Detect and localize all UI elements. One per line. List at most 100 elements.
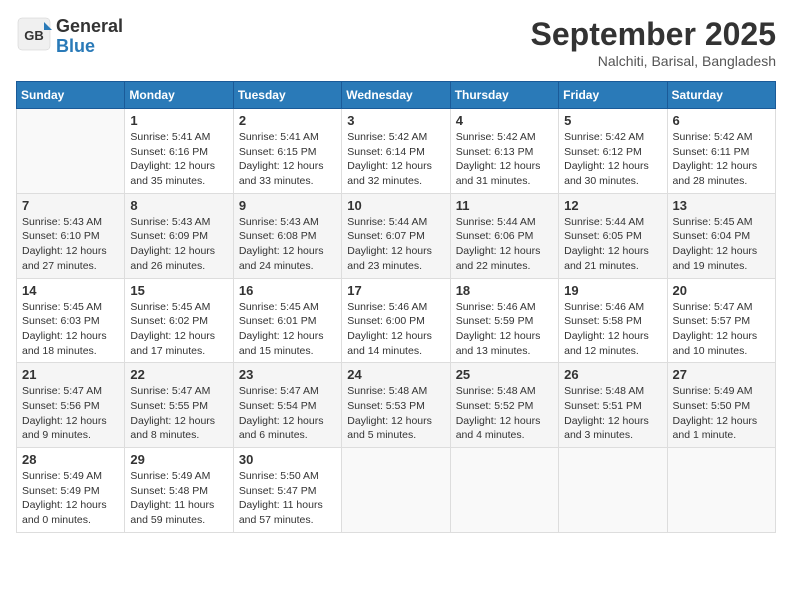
day-number: 19 bbox=[564, 283, 661, 298]
day-number: 2 bbox=[239, 113, 336, 128]
calendar-cell: 26 Sunrise: 5:48 AM Sunset: 5:51 PM Dayli… bbox=[559, 363, 667, 448]
weekday-header: Saturday bbox=[667, 82, 775, 109]
day-info: Sunrise: 5:49 AM Sunset: 5:50 PM Dayligh… bbox=[673, 384, 770, 443]
day-info: Sunrise: 5:49 AM Sunset: 5:48 PM Dayligh… bbox=[130, 469, 227, 528]
calendar-cell: 13 Sunrise: 5:45 AM Sunset: 6:04 PM Dayli… bbox=[667, 193, 775, 278]
calendar-week-row: 21 Sunrise: 5:47 AM Sunset: 5:56 PM Dayli… bbox=[17, 363, 776, 448]
day-info: Sunrise: 5:46 AM Sunset: 5:58 PM Dayligh… bbox=[564, 300, 661, 359]
day-info: Sunrise: 5:45 AM Sunset: 6:04 PM Dayligh… bbox=[673, 215, 770, 274]
calendar-week-row: 7 Sunrise: 5:43 AM Sunset: 6:10 PM Daylig… bbox=[17, 193, 776, 278]
weekday-header: Tuesday bbox=[233, 82, 341, 109]
calendar-cell: 21 Sunrise: 5:47 AM Sunset: 5:56 PM Dayli… bbox=[17, 363, 125, 448]
day-info: Sunrise: 5:48 AM Sunset: 5:53 PM Dayligh… bbox=[347, 384, 444, 443]
day-number: 15 bbox=[130, 283, 227, 298]
day-number: 17 bbox=[347, 283, 444, 298]
day-number: 13 bbox=[673, 198, 770, 213]
day-number: 16 bbox=[239, 283, 336, 298]
calendar-cell: 3 Sunrise: 5:42 AM Sunset: 6:14 PM Daylig… bbox=[342, 109, 450, 194]
calendar-cell: 2 Sunrise: 5:41 AM Sunset: 6:15 PM Daylig… bbox=[233, 109, 341, 194]
calendar-cell: 5Sunrise: 5:42 AM Sunset: 6:12 PM Daylig… bbox=[559, 109, 667, 194]
calendar-cell: 14 Sunrise: 5:45 AM Sunset: 6:03 PM Dayli… bbox=[17, 278, 125, 363]
weekday-header: Thursday bbox=[450, 82, 558, 109]
day-info: Sunrise: 5:43 AM Sunset: 6:09 PM Dayligh… bbox=[130, 215, 227, 274]
calendar-cell: 23 Sunrise: 5:47 AM Sunset: 5:54 PM Dayli… bbox=[233, 363, 341, 448]
logo-graphic: GB bbox=[16, 16, 52, 57]
calendar-cell: 6 Sunrise: 5:42 AM Sunset: 6:11 PM Daylig… bbox=[667, 109, 775, 194]
day-info: Sunrise: 5:47 AM Sunset: 5:54 PM Dayligh… bbox=[239, 384, 336, 443]
logo-text: General Blue bbox=[56, 17, 123, 57]
calendar-cell: 25Sunrise: 5:48 AM Sunset: 5:52 PM Dayli… bbox=[450, 363, 558, 448]
day-number: 29 bbox=[130, 452, 227, 467]
logo: GB General Blue bbox=[16, 16, 123, 57]
page-header: GB General Blue September 2025 Nalchiti,… bbox=[16, 16, 776, 69]
title-section: September 2025 Nalchiti, Barisal, Bangla… bbox=[531, 16, 776, 69]
calendar-week-row: 28Sunrise: 5:49 AM Sunset: 5:49 PM Dayli… bbox=[17, 448, 776, 533]
day-info: Sunrise: 5:44 AM Sunset: 6:07 PM Dayligh… bbox=[347, 215, 444, 274]
calendar-cell: 27 Sunrise: 5:49 AM Sunset: 5:50 PM Dayli… bbox=[667, 363, 775, 448]
day-number: 4 bbox=[456, 113, 553, 128]
calendar-cell: 18 Sunrise: 5:46 AM Sunset: 5:59 PM Dayli… bbox=[450, 278, 558, 363]
calendar-cell: 10 Sunrise: 5:44 AM Sunset: 6:07 PM Dayli… bbox=[342, 193, 450, 278]
day-info: Sunrise: 5:46 AM Sunset: 5:59 PM Dayligh… bbox=[456, 300, 553, 359]
day-info: Sunrise: 5:41 AM Sunset: 6:15 PM Dayligh… bbox=[239, 130, 336, 189]
day-number: 7 bbox=[22, 198, 119, 213]
calendar-cell: 28Sunrise: 5:49 AM Sunset: 5:49 PM Dayli… bbox=[17, 448, 125, 533]
calendar-cell: 24 Sunrise: 5:48 AM Sunset: 5:53 PM Dayli… bbox=[342, 363, 450, 448]
day-number: 12 bbox=[564, 198, 661, 213]
day-number: 23 bbox=[239, 367, 336, 382]
day-info: Sunrise: 5:43 AM Sunset: 6:08 PM Dayligh… bbox=[239, 215, 336, 274]
calendar-cell: 11Sunrise: 5:44 AM Sunset: 6:06 PM Dayli… bbox=[450, 193, 558, 278]
calendar-cell bbox=[450, 448, 558, 533]
day-info: Sunrise: 5:45 AM Sunset: 6:03 PM Dayligh… bbox=[22, 300, 119, 359]
calendar-cell: 20Sunrise: 5:47 AM Sunset: 5:57 PM Dayli… bbox=[667, 278, 775, 363]
month-title: September 2025 bbox=[531, 16, 776, 53]
day-info: Sunrise: 5:45 AM Sunset: 6:02 PM Dayligh… bbox=[130, 300, 227, 359]
calendar-week-row: 14 Sunrise: 5:45 AM Sunset: 6:03 PM Dayli… bbox=[17, 278, 776, 363]
day-info: Sunrise: 5:47 AM Sunset: 5:55 PM Dayligh… bbox=[130, 384, 227, 443]
calendar-cell bbox=[667, 448, 775, 533]
calendar-cell: 7 Sunrise: 5:43 AM Sunset: 6:10 PM Daylig… bbox=[17, 193, 125, 278]
day-number: 14 bbox=[22, 283, 119, 298]
day-number: 25 bbox=[456, 367, 553, 382]
weekday-header: Monday bbox=[125, 82, 233, 109]
day-info: Sunrise: 5:50 AM Sunset: 5:47 PM Dayligh… bbox=[239, 469, 336, 528]
calendar-cell: 8 Sunrise: 5:43 AM Sunset: 6:09 PM Daylig… bbox=[125, 193, 233, 278]
weekday-header: Sunday bbox=[17, 82, 125, 109]
day-number: 24 bbox=[347, 367, 444, 382]
day-info: Sunrise: 5:45 AM Sunset: 6:01 PM Dayligh… bbox=[239, 300, 336, 359]
day-number: 27 bbox=[673, 367, 770, 382]
day-number: 20 bbox=[673, 283, 770, 298]
day-number: 30 bbox=[239, 452, 336, 467]
day-number: 1 bbox=[130, 113, 227, 128]
day-number: 22 bbox=[130, 367, 227, 382]
calendar-table: SundayMondayTuesdayWednesdayThursdayFrid… bbox=[16, 81, 776, 533]
calendar-cell: 29 Sunrise: 5:49 AM Sunset: 5:48 PM Dayli… bbox=[125, 448, 233, 533]
calendar-cell: 22 Sunrise: 5:47 AM Sunset: 5:55 PM Dayli… bbox=[125, 363, 233, 448]
calendar-cell: 30 Sunrise: 5:50 AM Sunset: 5:47 PM Dayli… bbox=[233, 448, 341, 533]
day-info: Sunrise: 5:47 AM Sunset: 5:56 PM Dayligh… bbox=[22, 384, 119, 443]
weekday-header: Wednesday bbox=[342, 82, 450, 109]
day-info: Sunrise: 5:44 AM Sunset: 6:05 PM Dayligh… bbox=[564, 215, 661, 274]
day-info: Sunrise: 5:48 AM Sunset: 5:51 PM Dayligh… bbox=[564, 384, 661, 443]
calendar-header-row: SundayMondayTuesdayWednesdayThursdayFrid… bbox=[17, 82, 776, 109]
day-info: Sunrise: 5:43 AM Sunset: 6:10 PM Dayligh… bbox=[22, 215, 119, 274]
calendar-cell bbox=[342, 448, 450, 533]
day-info: Sunrise: 5:42 AM Sunset: 6:14 PM Dayligh… bbox=[347, 130, 444, 189]
calendar-cell: 1Sunrise: 5:41 AM Sunset: 6:16 PM Daylig… bbox=[125, 109, 233, 194]
day-number: 10 bbox=[347, 198, 444, 213]
day-number: 3 bbox=[347, 113, 444, 128]
calendar-cell: 17 Sunrise: 5:46 AM Sunset: 6:00 PM Dayli… bbox=[342, 278, 450, 363]
day-number: 8 bbox=[130, 198, 227, 213]
day-number: 6 bbox=[673, 113, 770, 128]
day-info: Sunrise: 5:42 AM Sunset: 6:11 PM Dayligh… bbox=[673, 130, 770, 189]
logo-blue: Blue bbox=[56, 36, 95, 56]
calendar-cell bbox=[17, 109, 125, 194]
day-number: 18 bbox=[456, 283, 553, 298]
day-number: 26 bbox=[564, 367, 661, 382]
day-info: Sunrise: 5:46 AM Sunset: 6:00 PM Dayligh… bbox=[347, 300, 444, 359]
day-number: 21 bbox=[22, 367, 119, 382]
calendar-week-row: 1Sunrise: 5:41 AM Sunset: 6:16 PM Daylig… bbox=[17, 109, 776, 194]
logo-general: General bbox=[56, 16, 123, 36]
calendar-cell: 12 Sunrise: 5:44 AM Sunset: 6:05 PM Dayli… bbox=[559, 193, 667, 278]
day-number: 9 bbox=[239, 198, 336, 213]
